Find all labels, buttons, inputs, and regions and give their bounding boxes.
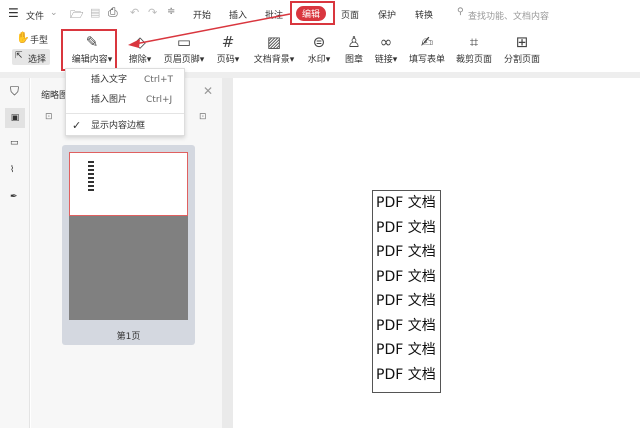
menu-item-insert-image[interactable]: 插入图片 Ctrl+J	[66, 90, 184, 110]
check-icon: ✓	[72, 119, 82, 132]
label: 插入图片	[91, 95, 128, 105]
text-line: PDF 文档	[376, 342, 436, 358]
page-label: 第1页	[116, 332, 141, 342]
text-line: PDF 文档	[376, 317, 436, 334]
label: 显示内容边框	[91, 121, 146, 131]
comment-icon[interactable]: ▭	[10, 138, 19, 148]
thumb-top	[69, 152, 188, 216]
image-icon[interactable]: ⊡	[199, 112, 207, 122]
annotation-arrow	[128, 13, 291, 48]
thumb-bottom	[69, 216, 188, 320]
menu-item-show-border[interactable]: ✓ 显示内容边框	[66, 116, 184, 136]
side-strip: ⛉ ▣ ▭ ⌇ ✒	[0, 78, 30, 428]
text-line: PDF 文档	[376, 268, 436, 285]
shortcut: Ctrl+J	[146, 95, 173, 105]
text-line: PDF 文档	[376, 366, 436, 383]
signature-icon[interactable]: ✒	[10, 192, 18, 202]
text-line: PDF 文档	[376, 244, 436, 260]
bookmark-icon[interactable]: ⛉	[10, 84, 19, 99]
text-line: PDF 文档	[376, 293, 436, 309]
close-icon[interactable]: ✕	[203, 84, 213, 98]
divider	[66, 113, 184, 114]
thumbnail-icon[interactable]: ▣	[5, 108, 25, 128]
gutter	[222, 78, 233, 428]
panel-title: 缩略图	[41, 91, 69, 101]
attachment-icon[interactable]: ⌇	[10, 165, 14, 175]
image-icon[interactable]: ⊡	[45, 112, 53, 122]
text-line: PDF 文档	[376, 195, 436, 211]
page-thumbnail[interactable]: 第1页	[62, 145, 195, 345]
text-box[interactable]: PDF 文档 PDF 文档 PDF 文档 PDF 文档 PDF 文档 PDF 文…	[372, 190, 441, 393]
text-line: PDF 文档	[376, 219, 436, 236]
thumb-text	[88, 161, 94, 191]
